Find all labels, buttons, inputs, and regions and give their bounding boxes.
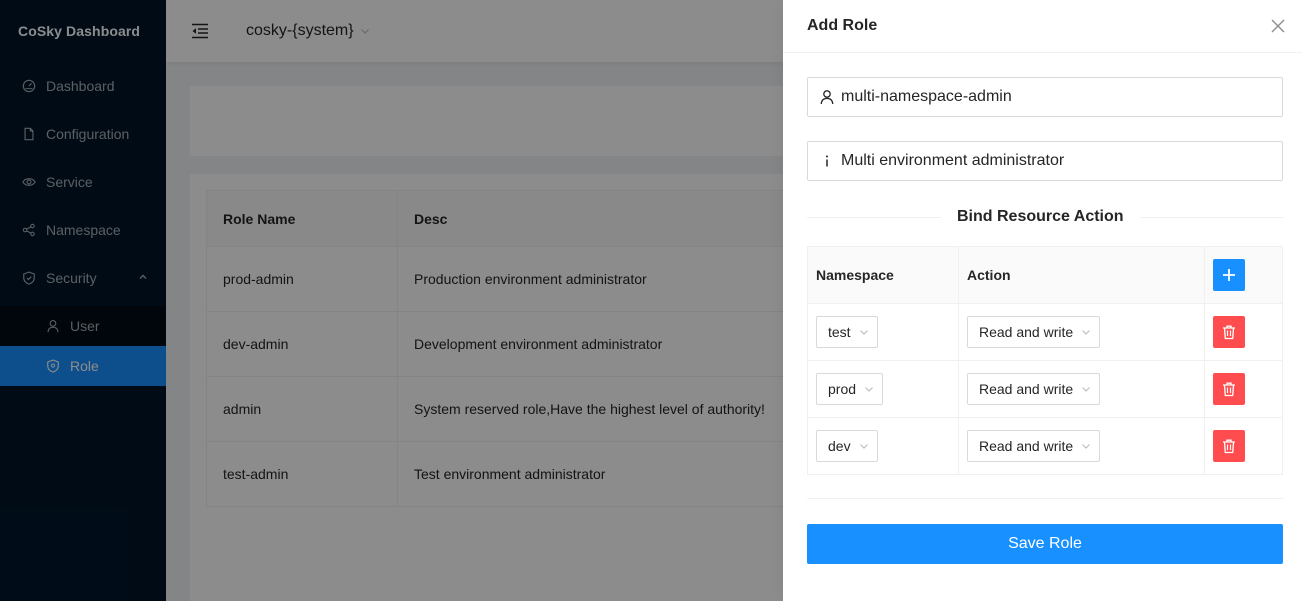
action-select[interactable]: Read and write <box>967 373 1101 405</box>
chevron-down-icon <box>1082 387 1091 392</box>
delete-binding-button[interactable] <box>1213 430 1245 462</box>
chevron-down-icon <box>1082 330 1091 335</box>
role-name-field[interactable]: multi-namespace-admin <box>807 77 1283 117</box>
chevron-down-icon <box>1082 444 1091 449</box>
namespace-select[interactable]: prod <box>816 373 884 405</box>
delete-icon <box>1223 325 1235 340</box>
drawer-title: Add Role <box>807 17 878 34</box>
action-select-value: Read and write <box>979 438 1074 454</box>
role-name-value: multi-namespace-admin <box>841 88 1012 105</box>
action-select-value: Read and write <box>979 324 1074 340</box>
role-desc-value: Multi environment administrator <box>841 152 1065 169</box>
namespace-select[interactable]: test <box>816 316 878 348</box>
namespace-select-value: test <box>828 324 851 340</box>
drawer-header: Add Role <box>783 0 1302 53</box>
add-role-drawer: Add Role multi-namespace-admin Multi env… <box>783 0 1302 601</box>
add-binding-button[interactable] <box>1213 259 1245 291</box>
save-role-button[interactable]: Save Role <box>807 524 1283 564</box>
delete-binding-button[interactable] <box>1213 316 1245 348</box>
bind-resource-divider: Bind Resource Action <box>807 203 1283 231</box>
column-header-op <box>1204 246 1283 304</box>
role-desc-field[interactable]: Multi environment administrator <box>807 141 1283 181</box>
divider-label: Bind Resource Action <box>957 208 1124 225</box>
info-icon <box>819 153 835 169</box>
namespace-select[interactable]: dev <box>816 430 878 462</box>
column-header-namespace: Namespace <box>807 246 959 304</box>
table-row: prod Read and write <box>807 360 1283 418</box>
chevron-down-icon <box>865 387 873 392</box>
action-select-value: Read and write <box>979 381 1074 397</box>
plus-icon <box>1223 269 1235 281</box>
chevron-down-icon <box>859 330 868 335</box>
namespace-select-value: prod <box>828 381 857 397</box>
table-row: dev Read and write <box>807 417 1283 475</box>
column-header-action: Action <box>958 246 1205 304</box>
delete-binding-button[interactable] <box>1213 373 1245 405</box>
namespace-select-value: dev <box>828 438 851 454</box>
action-select[interactable]: Read and write <box>967 430 1101 462</box>
action-select[interactable]: Read and write <box>967 316 1101 348</box>
close-icon[interactable] <box>1270 18 1286 34</box>
table-row: test Read and write <box>807 303 1283 361</box>
delete-icon <box>1223 439 1235 454</box>
user-icon <box>819 89 835 105</box>
form-divider <box>807 498 1283 499</box>
bind-resource-table: Namespace Action test Read and write pro… <box>807 246 1283 475</box>
delete-icon <box>1223 382 1235 397</box>
chevron-down-icon <box>859 444 868 449</box>
